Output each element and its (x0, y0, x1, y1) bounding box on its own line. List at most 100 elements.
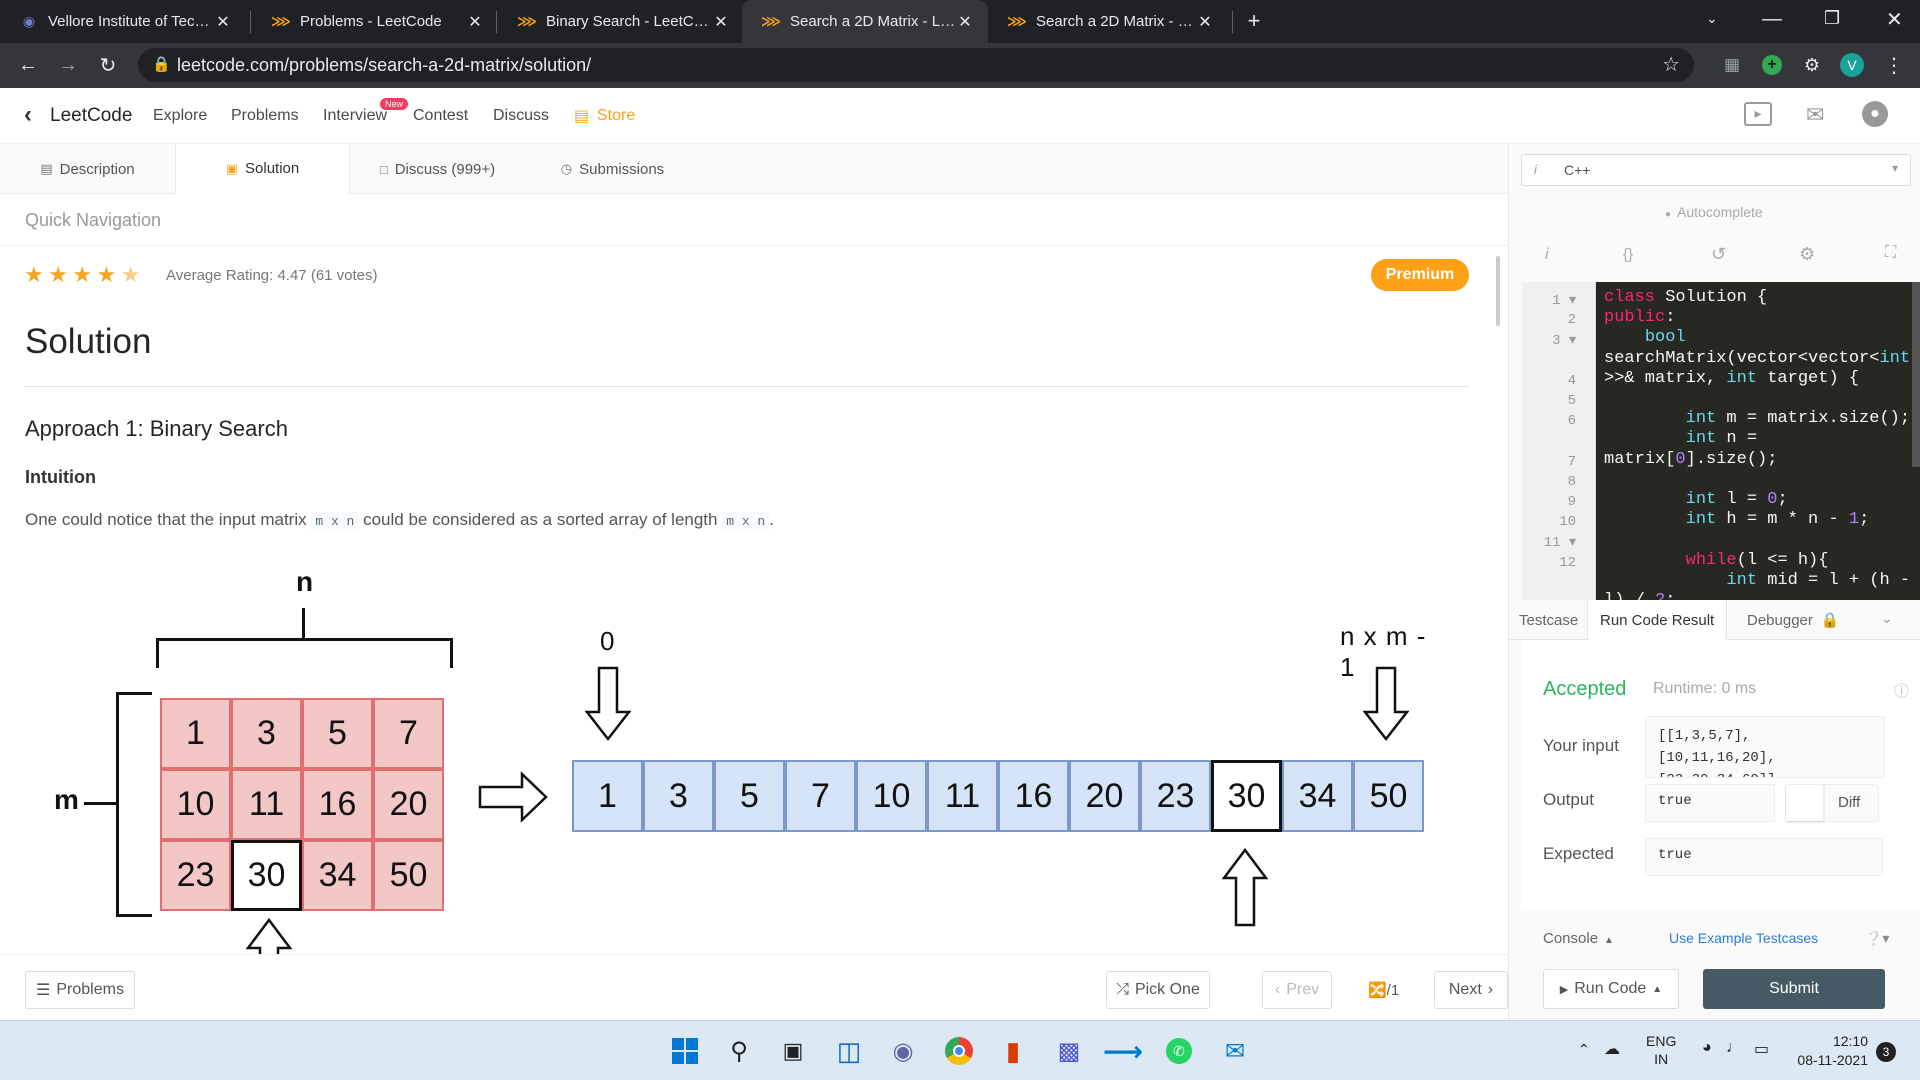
tab-search-chevron-icon[interactable]: ⌄ (1706, 10, 1718, 27)
problems-list-button[interactable]: ☰ Problems (25, 971, 135, 1009)
reload-icon[interactable]: ↻ (92, 49, 124, 81)
tab-label: Debugger (1747, 611, 1813, 629)
mail-icon[interactable]: ✉ (1218, 1034, 1252, 1068)
search-icon[interactable]: ⚲ (722, 1034, 756, 1068)
leetcode-logo-icon[interactable]: ‹ (24, 101, 32, 129)
quick-navigation[interactable]: Quick Navigation (0, 194, 1508, 246)
tab-discuss[interactable]: □ Discuss (999+) (350, 144, 525, 194)
format-braces-icon[interactable]: {} (1623, 246, 1633, 263)
close-tab-icon[interactable]: ✕ (956, 12, 974, 32)
nav-discuss[interactable]: Discuss (493, 107, 549, 125)
prev-button[interactable]: ‹ Prev (1262, 971, 1332, 1009)
extensions-puzzle-icon[interactable]: ⚙ (1796, 49, 1828, 81)
help-icon[interactable]: ⓘ (1894, 680, 1909, 701)
nav-explore[interactable]: Explore (153, 107, 207, 125)
back-icon[interactable]: ← (12, 49, 44, 81)
volume-icon[interactable]: ♩ (1726, 1039, 1742, 1057)
whatsapp-icon[interactable]: ✆ (1162, 1034, 1196, 1068)
wifi-icon[interactable]: ◕ (1702, 1039, 1712, 1057)
leetcode-logo-text[interactable]: LeetCode (50, 105, 132, 127)
browser-tab-active[interactable]: ⋙ Search a 2D Matrix - LeetCode ✕ (742, 0, 988, 43)
close-tab-icon[interactable]: ✕ (466, 12, 484, 32)
tab-testcase[interactable]: Testcase (1519, 600, 1578, 640)
run-result-panel: Accepted Runtime: 0 ms ⓘ Your input [[1,… (1521, 640, 1920, 910)
tab-title: Vellore Institute of Technology (V (48, 13, 214, 30)
widgets-icon[interactable]: ◫ (832, 1034, 866, 1068)
matrix-cell: 10 (160, 769, 231, 840)
profile-avatar[interactable]: V (1836, 49, 1868, 81)
premium-badge[interactable]: Premium (1371, 259, 1469, 291)
office-icon[interactable]: ▮ (996, 1034, 1030, 1068)
battery-icon[interactable]: ▭ (1754, 1039, 1769, 1059)
cloud-icon[interactable]: ☁ (1604, 1039, 1620, 1059)
next-button[interactable]: Next › (1434, 971, 1508, 1009)
task-view-icon[interactable]: ▣ (776, 1034, 810, 1068)
settings-icon[interactable]: ⚙ (1799, 244, 1815, 265)
expected-box: true (1645, 838, 1883, 876)
extension-icon[interactable]: ▦ (1716, 49, 1748, 81)
content-scrollbar[interactable] (1496, 256, 1500, 326)
browser-tab[interactable]: ⋙ Search a 2D Matrix - Submission ✕ (988, 0, 1228, 43)
tab-run-code-result[interactable]: Run Code Result (1587, 600, 1728, 640)
windows-start-icon[interactable] (668, 1034, 702, 1068)
help-dropdown-icon[interactable]: ❔▾ (1865, 930, 1889, 947)
matrix-cell: 23 (160, 840, 231, 911)
close-tab-icon[interactable]: ✕ (712, 12, 730, 32)
language-select[interactable]: i C++ ▾ (1521, 154, 1911, 186)
diff-label: Diff (1838, 794, 1861, 811)
clock[interactable]: 12:10 08-11-2021 (1792, 1032, 1868, 1070)
bookmark-star-icon[interactable]: ☆ (1662, 52, 1680, 77)
matrix-cell: 20 (373, 769, 444, 840)
restore-window-icon[interactable]: ❐ (1824, 8, 1840, 29)
code-editor[interactable]: 1 ▾ 2 3 ▾ 4 5 6 7 8 9 10 11 ▾ 12 class Solu… (1522, 282, 1920, 600)
browser-tab[interactable]: ◉ Vellore Institute of Technology (V ✕ (0, 0, 246, 43)
array-cell: 34 (1282, 760, 1353, 832)
extension-green-icon[interactable]: + (1756, 49, 1788, 81)
nav-problems[interactable]: Problems (231, 107, 299, 125)
user-avatar-icon[interactable]: ● (1862, 101, 1888, 127)
quick-navigation-label: Quick Navigation (25, 210, 162, 230)
forward-icon[interactable]: → (52, 49, 84, 81)
editor-scrollbar[interactable] (1912, 282, 1920, 467)
show-hidden-icons-chevron-icon[interactable]: ⌃ (1578, 1041, 1590, 1058)
tab-label: Discuss (999+) (394, 160, 496, 178)
nav-contest[interactable]: Contest (413, 107, 468, 125)
collapse-chevron-icon[interactable]: ⌄ (1881, 610, 1893, 627)
chrome-icon[interactable] (942, 1034, 976, 1068)
nav-interview[interactable]: Interview (323, 107, 387, 125)
run-code-button[interactable]: ▶ Run Code ▲ (1543, 969, 1679, 1009)
fullscreen-icon[interactable]: ⛶ (1885, 244, 1896, 262)
tab-solution[interactable]: ▣ Solution (175, 144, 350, 194)
use-example-testcases-link[interactable]: Use Example Testcases (1669, 930, 1818, 946)
close-window-icon[interactable]: ✕ (1886, 7, 1903, 32)
close-tab-icon[interactable]: ✕ (214, 12, 232, 32)
tab-submissions[interactable]: ◷ Submissions (525, 144, 700, 194)
diff-toggle[interactable]: Diff (1785, 784, 1879, 822)
new-tab-button[interactable]: + (1240, 8, 1268, 36)
vscode-icon[interactable]: ⟶ (1103, 1034, 1143, 1068)
teams-chat-icon[interactable]: ◉ (886, 1034, 920, 1068)
button-label: Next (1448, 981, 1482, 998)
teams-icon[interactable]: ▩ (1052, 1034, 1086, 1068)
autocomplete-toggle[interactable]: ● Autocomplete (1665, 204, 1763, 220)
language-indicator[interactable]: ENG IN (1646, 1032, 1676, 1068)
info-icon[interactable]: i (1545, 246, 1549, 264)
browser-tab[interactable]: ⋙ Problems - LeetCode ✕ (252, 0, 498, 43)
notifications-bell-icon[interactable]: ✉ (1806, 102, 1824, 128)
page-title: Solution (25, 322, 152, 361)
submit-button[interactable]: Submit (1703, 969, 1885, 1009)
close-tab-icon[interactable]: ✕ (1196, 12, 1214, 32)
console-toggle[interactable]: Console ▲ (1543, 930, 1614, 947)
notification-count-badge[interactable]: 3 (1876, 1042, 1896, 1062)
chrome-menu-icon[interactable]: ⋮ (1878, 49, 1910, 81)
reset-icon[interactable]: ↺ (1711, 244, 1726, 265)
tab-debugger[interactable]: Debugger 🔒 (1747, 600, 1840, 640)
minimize-window-icon[interactable]: — (1762, 8, 1782, 31)
tab-description[interactable]: ▤ Description (0, 144, 175, 194)
bracket-left (116, 692, 152, 917)
browser-tab[interactable]: ⋙ Binary Search - LeetCode ✕ (498, 0, 744, 43)
nav-store[interactable]: Store (597, 107, 635, 125)
address-bar[interactable]: 🔒 leetcode.com/problems/search-a-2d-matr… (138, 48, 1694, 82)
playground-icon[interactable]: ▸ (1744, 102, 1772, 126)
pick-one-button[interactable]: ⤮ Pick One (1106, 971, 1210, 1009)
